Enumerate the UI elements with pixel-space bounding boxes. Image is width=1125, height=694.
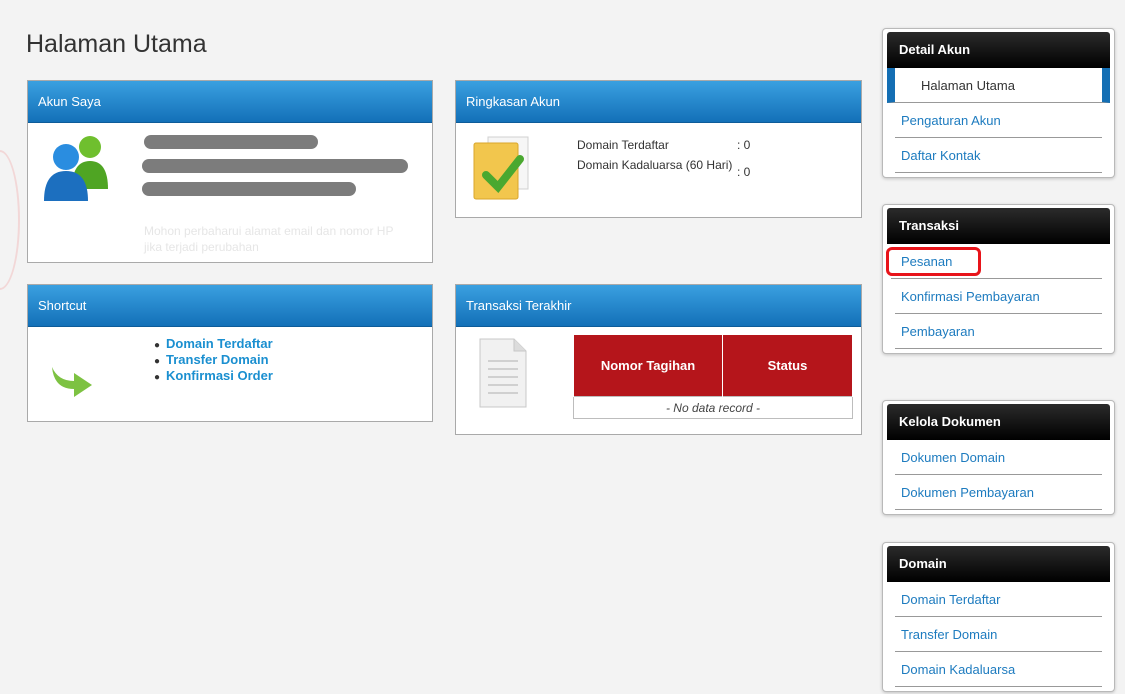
sidebar-detail-akun: Detail Akun Halaman Utama Pengaturan Aku… (882, 28, 1115, 178)
ringkasan-akun-header: Ringkasan Akun (456, 81, 861, 123)
shortcut-header: Shortcut (28, 285, 432, 327)
highlight-box (886, 247, 981, 276)
shortcut-link-transfer-domain[interactable]: Transfer Domain (166, 352, 269, 367)
akun-saya-panel: Akun Saya Mohon perbaharui alamat email … (27, 80, 433, 263)
shortcut-link-domain-terdaftar[interactable]: Domain Terdaftar (166, 336, 273, 351)
summary-value: : 0 (737, 138, 751, 152)
list-item: ● Domain Terdaftar (153, 336, 273, 352)
empty-row-text: - No data record - (573, 396, 853, 419)
sidebar-item-halaman-utama[interactable]: Halaman Utama (887, 68, 1110, 103)
redacted-phone (142, 182, 356, 196)
redacted-name (144, 135, 318, 149)
sidebar-item-dokumen-pembayaran[interactable]: Dokumen Pembayaran (895, 475, 1102, 510)
users-icon (40, 133, 110, 203)
summary-row-expired: Domain Kadaluarsa (60 Hari) : 0 (577, 158, 777, 179)
sidebar-kelola-dokumen: Kelola Dokumen Dokumen Domain Dokumen Pe… (882, 400, 1115, 515)
sidebar-item-dokumen-domain[interactable]: Dokumen Domain (895, 440, 1102, 475)
summary-value: : 0 (737, 165, 751, 179)
akun-saya-header: Akun Saya (28, 81, 432, 123)
sidebar-domain: Domain Domain Terdaftar Transfer Domain … (882, 542, 1115, 692)
page-title: Halaman Utama (26, 30, 207, 58)
watermark-stamp (0, 150, 20, 290)
document-check-icon (470, 133, 534, 203)
shortcut-panel: Shortcut ● Domain Terdaftar ● Transfer Dom… (27, 284, 433, 422)
sidebar-header-detail-akun: Detail Akun (887, 32, 1110, 68)
sidebar-item-pengaturan-akun[interactable]: Pengaturan Akun (895, 103, 1102, 138)
table-row: - No data record - (573, 396, 853, 419)
table-header-row: Nomor Tagihan Status (573, 334, 853, 397)
sidebar-item-pesanan[interactable]: Pesanan (886, 244, 1102, 279)
column-nomor-tagihan: Nomor Tagihan (573, 334, 723, 397)
sidebar-item-konfirmasi-pembayaran[interactable]: Konfirmasi Pembayaran (895, 279, 1102, 314)
sidebar-item-pembayaran[interactable]: Pembayaran (895, 314, 1102, 349)
summary-label: Domain Terdaftar (577, 138, 669, 152)
summary-table: Domain Terdaftar : 0 Domain Kadaluarsa (… (577, 138, 777, 185)
shortcut-list: ● Domain Terdaftar ● Transfer Domain ● Konf… (148, 337, 273, 385)
column-status: Status (722, 334, 853, 397)
sidebar-header-domain: Domain (887, 546, 1110, 582)
sidebar-header-transaksi: Transaksi (887, 208, 1110, 244)
arrow-right-icon (48, 357, 94, 397)
document-icon (474, 337, 530, 409)
summary-label: Domain Kadaluarsa (60 Hari) (577, 158, 733, 172)
ringkasan-akun-panel: Ringkasan Akun Domain Terdaftar : 0 Doma… (455, 80, 862, 218)
list-item: ● Konfirmasi Order (153, 368, 273, 384)
sidebar-header-kelola-dokumen: Kelola Dokumen (887, 404, 1110, 440)
sidebar-item-domain-terdaftar[interactable]: Domain Terdaftar (895, 582, 1102, 617)
sidebar-transaksi: Transaksi Pesanan Konfirmasi Pembayaran … (882, 204, 1115, 354)
summary-row-registered: Domain Terdaftar : 0 (577, 138, 777, 152)
transaksi-table: Nomor Tagihan Status - No data record - (573, 334, 853, 419)
shortcut-link-konfirmasi-order[interactable]: Konfirmasi Order (166, 368, 273, 383)
sidebar-item-domain-kadaluarsa[interactable]: Domain Kadaluarsa (895, 652, 1102, 687)
update-note: Mohon perbaharui alamat email dan nomor … (144, 224, 394, 254)
transaksi-terakhir-panel: Transaksi Terakhir Nomor Tagihan Status … (455, 284, 862, 435)
sidebar-item-daftar-kontak[interactable]: Daftar Kontak (895, 138, 1102, 173)
transaksi-terakhir-header: Transaksi Terakhir (456, 285, 861, 327)
list-item: ● Transfer Domain (153, 352, 269, 368)
redacted-email (142, 159, 408, 173)
sidebar-item-transfer-domain[interactable]: Transfer Domain (895, 617, 1102, 652)
